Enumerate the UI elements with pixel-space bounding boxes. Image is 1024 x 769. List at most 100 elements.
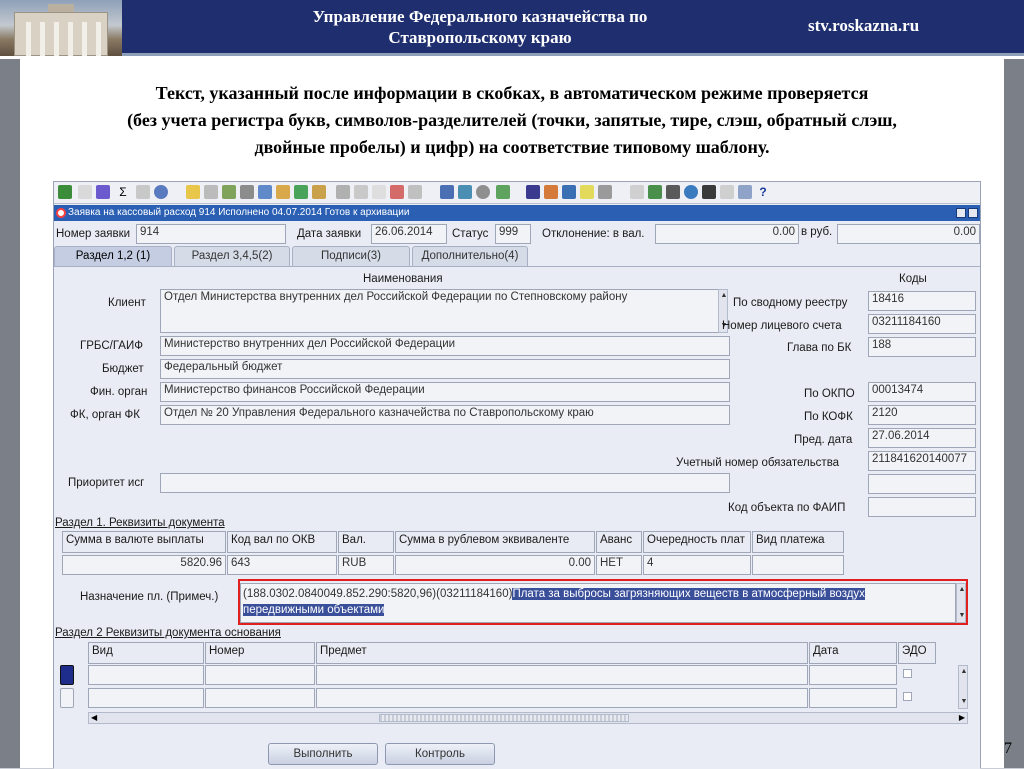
scroll-thumb[interactable] xyxy=(379,714,629,722)
code-label-kofk: По КОФК xyxy=(804,411,853,423)
s2-scrollbar[interactable]: ▲ ▼ xyxy=(958,665,968,709)
preview-icon[interactable] xyxy=(258,185,272,199)
s1-advance[interactable]: НЕТ xyxy=(596,555,642,575)
sigma-icon[interactable]: Σ xyxy=(116,185,130,199)
calendar-icon[interactable] xyxy=(630,185,644,199)
status-field[interactable]: 999 xyxy=(495,224,531,244)
window-titlebar: Заявка на кассовый расход 914 Исполнено … xyxy=(54,205,980,221)
scissors-icon[interactable] xyxy=(336,185,350,199)
pen-icon[interactable] xyxy=(440,185,454,199)
tab-signatures[interactable]: Подписи(3) xyxy=(292,246,410,266)
new-icon[interactable] xyxy=(78,185,92,199)
scroll-up-icon[interactable]: ▲ xyxy=(720,292,728,300)
s2-row1-type[interactable] xyxy=(88,665,204,685)
tab-additional[interactable]: Дополнительно(4) xyxy=(412,246,528,266)
s1-payment-type[interactable] xyxy=(752,555,844,575)
envelope-icon[interactable] xyxy=(276,185,290,199)
scroll-right-icon[interactable]: ▶ xyxy=(959,713,965,723)
globe-icon[interactable] xyxy=(684,185,698,199)
s2-horizontal-scrollbar[interactable]: ◀ ▶ xyxy=(88,712,968,724)
code-field-obligation[interactable]: 211841620140077 xyxy=(868,451,976,471)
fin-field[interactable]: Министерство финансов Российской Федерац… xyxy=(160,382,730,402)
scroll-down-icon[interactable]: ▼ xyxy=(960,698,968,706)
left-border xyxy=(0,59,20,768)
priority-field[interactable] xyxy=(160,473,730,493)
export-icon[interactable] xyxy=(738,185,752,199)
tree-icon[interactable] xyxy=(648,185,662,199)
s1-currency[interactable]: RUB xyxy=(338,555,394,575)
s2-row1-number[interactable] xyxy=(205,665,315,685)
s2-row2-subject[interactable] xyxy=(316,688,808,708)
control-button[interactable]: Контроль xyxy=(385,743,495,765)
tab-section-1-2[interactable]: Раздел 1,2 (1) xyxy=(54,246,172,266)
puzzle-icon[interactable] xyxy=(222,185,236,199)
maximize-button[interactable] xyxy=(968,208,978,218)
user-icon[interactable] xyxy=(702,185,716,199)
tab-panel: Наименования Коды Клиент Отдел Министерс… xyxy=(54,266,980,769)
tab-section-3-4-5[interactable]: Раздел 3,4,5(2) xyxy=(174,246,290,266)
s2-row2-number[interactable] xyxy=(205,688,315,708)
attach-icon[interactable] xyxy=(598,185,612,199)
folder-icon[interactable] xyxy=(186,185,200,199)
s2-row1-edo-checkbox[interactable] xyxy=(903,669,912,678)
s1-rub-amount[interactable]: 0.00 xyxy=(395,555,595,575)
client-field[interactable]: Отдел Министерства внутренних дел Россий… xyxy=(160,289,720,333)
edit-icon[interactable] xyxy=(96,185,110,199)
status-label: Статус xyxy=(452,228,489,240)
s1-priority[interactable]: 4 xyxy=(643,555,751,575)
note-icon[interactable] xyxy=(580,185,594,199)
row-selector-active[interactable] xyxy=(60,665,74,685)
link-icon[interactable] xyxy=(204,185,218,199)
s1-header-priority: Очередность плат xyxy=(643,531,751,553)
s2-header-subject: Предмет xyxy=(316,642,808,664)
s1-amount[interactable]: 5820.96 xyxy=(62,555,226,575)
code-field-kofk[interactable]: 2120 xyxy=(868,405,976,425)
pencil-icon[interactable] xyxy=(458,185,472,199)
code-field-registry[interactable]: 18416 xyxy=(868,291,976,311)
sphere-icon[interactable] xyxy=(476,185,490,199)
copy-icon[interactable] xyxy=(136,185,150,199)
s2-row2-edo-checkbox[interactable] xyxy=(903,692,912,701)
request-no-field[interactable]: 914 xyxy=(136,224,286,244)
page-icon[interactable] xyxy=(372,185,386,199)
window-icon[interactable] xyxy=(720,185,734,199)
s2-row1-date[interactable] xyxy=(809,665,897,685)
execute-button[interactable]: Выполнить xyxy=(268,743,378,765)
code-field-faip[interactable] xyxy=(868,497,976,517)
code-field-prev-date[interactable]: 27.06.2014 xyxy=(868,428,976,448)
code-field-chapter[interactable]: 188 xyxy=(868,337,976,357)
save-icon[interactable] xyxy=(58,185,72,199)
printer-icon[interactable] xyxy=(240,185,254,199)
s2-row2-type[interactable] xyxy=(88,688,204,708)
deviation-rub-field[interactable]: 0.00 xyxy=(837,224,980,244)
paste-icon[interactable] xyxy=(354,185,368,199)
date-field[interactable]: 26.06.2014 xyxy=(371,224,447,244)
scroll-left-icon[interactable]: ◀ xyxy=(91,713,97,723)
s1-currency-code[interactable]: 643 xyxy=(227,555,337,575)
minimize-button[interactable] xyxy=(956,208,966,218)
s2-row2-date[interactable] xyxy=(809,688,897,708)
help-icon[interactable]: ? xyxy=(756,185,770,199)
s2-row1-subject[interactable] xyxy=(316,665,808,685)
row-selector[interactable] xyxy=(60,688,74,708)
search-doc-icon[interactable] xyxy=(562,185,576,199)
app-window: Σ ? Заявка на кассовый расход 914 Исполн… xyxy=(53,181,981,769)
filter-icon[interactable] xyxy=(544,185,558,199)
code-field-okpo[interactable]: 00013474 xyxy=(868,382,976,402)
binoculars-icon[interactable] xyxy=(666,185,680,199)
scroll-up-icon[interactable]: ▲ xyxy=(960,668,968,676)
undo-icon[interactable] xyxy=(408,185,422,199)
code-field-empty[interactable] xyxy=(868,474,976,494)
refresh-icon[interactable] xyxy=(294,185,308,199)
list-icon[interactable] xyxy=(526,185,540,199)
code-field-account[interactable]: 03211184160 xyxy=(868,314,976,334)
stamp-icon[interactable] xyxy=(390,185,404,199)
budget-field[interactable]: Федеральный бюджет xyxy=(160,359,730,379)
gear-icon[interactable] xyxy=(496,185,510,199)
clock-icon[interactable] xyxy=(154,185,168,199)
book-icon[interactable] xyxy=(312,185,326,199)
grbs-field[interactable]: Министерство внутренних дел Российской Ф… xyxy=(160,336,730,356)
fk-field[interactable]: Отдел № 20 Управления Федерального казна… xyxy=(160,405,730,425)
s1-header-rub-amount: Сумма в рублевом эквиваленте xyxy=(395,531,595,553)
deviation-currency-field[interactable]: 0.00 xyxy=(655,224,799,244)
